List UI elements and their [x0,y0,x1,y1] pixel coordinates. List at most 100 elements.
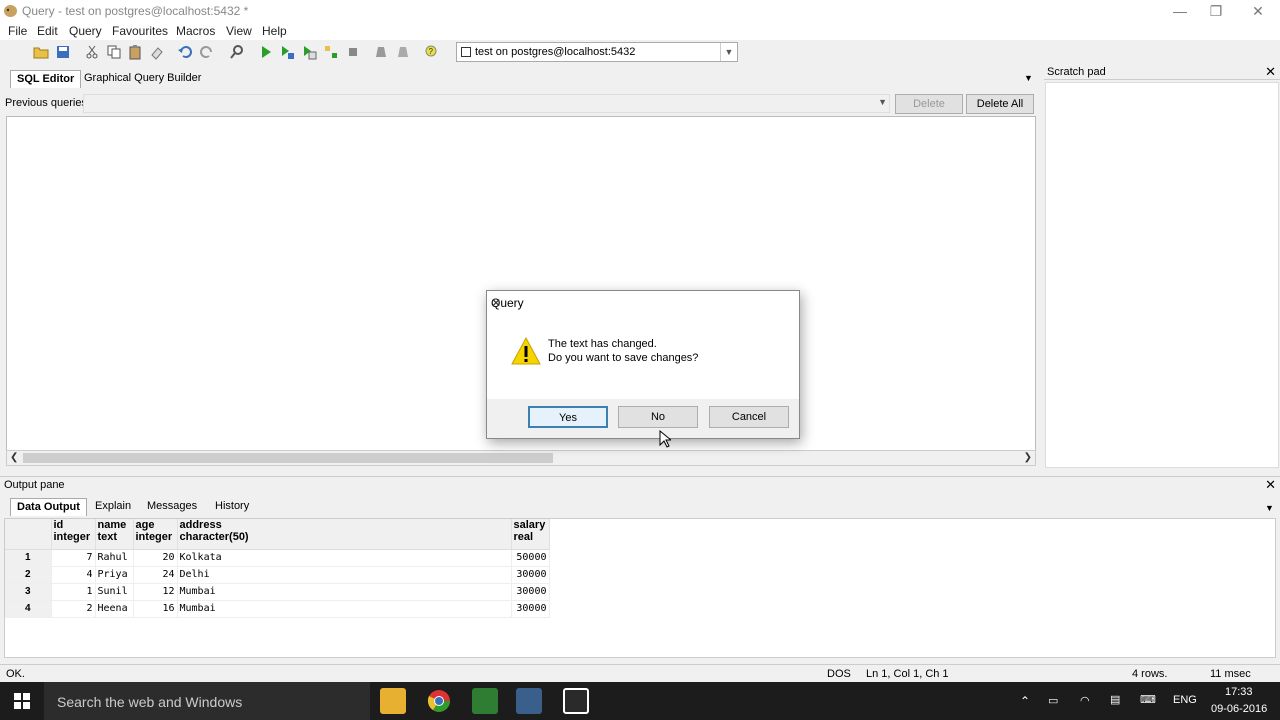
execute-to-file-icon[interactable] [301,44,317,60]
connection-select[interactable]: test on postgres@localhost:5432 ▼ [456,42,738,62]
column-header[interactable]: age integer [133,519,178,550]
cell-salary[interactable]: 30000 [511,566,550,584]
save-icon[interactable] [55,44,71,60]
explain-icon[interactable] [323,44,339,60]
previous-queries-select[interactable]: ▼ [83,94,890,113]
tab-menu-icon[interactable]: ▼ [1265,503,1274,513]
delete-button[interactable]: Delete [895,94,963,114]
tab-history[interactable]: History [209,498,255,516]
chrome-icon[interactable] [426,688,452,714]
language-indicator[interactable]: ENG [1173,694,1197,706]
tab-menu-icon[interactable]: ▼ [1024,73,1033,83]
menu-macros[interactable]: Macros [176,24,215,38]
scratch-pad-area[interactable] [1045,82,1279,468]
menu-view[interactable]: View [226,24,252,38]
help-icon[interactable]: ? [423,44,439,60]
cell-address[interactable]: Kolkata [177,549,512,567]
taskbar-clock-time[interactable]: 17:33 [1225,686,1253,698]
chevron-down-icon[interactable]: ▼ [720,43,737,61]
column-header[interactable]: id integer [51,519,96,550]
eraser-icon[interactable] [149,44,165,60]
cancel-button[interactable]: Cancel [709,406,789,428]
scroll-right-icon[interactable]: ❯ [1024,452,1032,463]
no-button[interactable]: No [618,406,698,428]
cell-age[interactable]: 12 [133,583,178,601]
scrollbar-thumb[interactable] [23,453,553,463]
column-header[interactable]: address character(50) [177,519,512,550]
cut-icon[interactable] [84,44,100,60]
paste-icon[interactable] [127,44,143,60]
minimize-button[interactable]: — [1160,0,1200,22]
commit-icon[interactable] [373,44,389,60]
cell-id[interactable]: 7 [51,549,96,567]
cell-name[interactable]: Rahul [95,549,134,567]
wifi-icon[interactable]: ◠ [1080,694,1090,707]
cell-salary[interactable]: 30000 [511,583,550,601]
menu-query[interactable]: Query [69,24,102,38]
row-number[interactable]: 3 [5,583,52,601]
cell-age[interactable]: 24 [133,566,178,584]
undo-icon[interactable] [177,44,193,60]
cell-address[interactable]: Mumbai [177,583,512,601]
row-number[interactable]: 4 [5,600,52,618]
cell-address[interactable]: Mumbai [177,600,512,618]
menu-help[interactable]: Help [262,24,287,38]
column-header[interactable]: salary real [511,519,550,550]
file-explorer-icon[interactable] [380,688,406,714]
cell-salary[interactable]: 50000 [511,549,550,567]
close-icon[interactable]: ✕ [1265,64,1276,80]
stop-icon[interactable] [345,44,361,60]
cell-name[interactable]: Sunil [95,583,134,601]
row-number[interactable]: 1 [5,549,52,567]
table-row[interactable]: 4 2 Heena 16 Mumbai 30000 [5,600,550,618]
restore-button[interactable]: ❐ [1196,0,1236,22]
connection-checkbox[interactable] [461,47,471,57]
cell-salary[interactable]: 30000 [511,600,550,618]
execute-icon[interactable] [258,44,274,60]
menu-favourites[interactable]: Favourites [112,24,168,38]
editor-horizontal-scrollbar[interactable]: ❮ ❯ [6,450,1036,466]
table-row[interactable]: 2 4 Priya 24 Delhi 30000 [5,566,550,584]
action-center-icon[interactable]: ▤ [1110,693,1120,706]
yes-button[interactable]: Yes [528,406,608,428]
cell-id[interactable]: 4 [51,566,96,584]
rollback-icon[interactable] [395,44,411,60]
camtasia-icon[interactable] [472,688,498,714]
open-folder-icon[interactable] [33,44,49,60]
tab-explain[interactable]: Explain [89,498,137,516]
close-icon[interactable]: ✕ [1265,477,1276,493]
tab-sql-editor[interactable]: SQL Editor [10,70,82,88]
menu-edit[interactable]: Edit [37,24,58,38]
table-row[interactable]: 1 7 Rahul 20 Kolkata 50000 [5,549,550,567]
windows-start-icon[interactable] [14,693,30,712]
cell-id[interactable]: 2 [51,600,96,618]
chevron-down-icon[interactable]: ▼ [878,97,887,107]
cell-id[interactable]: 1 [51,583,96,601]
tab-data-output[interactable]: Data Output [10,498,87,516]
find-icon[interactable] [229,44,245,60]
tab-graphical-query-builder[interactable]: Graphical Query Builder [78,70,207,88]
table-row[interactable]: 3 1 Sunil 12 Mumbai 30000 [5,583,550,601]
camtasia-recorder-icon[interactable] [563,688,589,714]
scroll-left-icon[interactable]: ❮ [10,452,18,463]
execute-pgscript-icon[interactable] [279,44,295,60]
close-window-button[interactable]: ✕ [1238,0,1278,22]
menu-file[interactable]: File [8,24,27,38]
close-icon[interactable]: ✕ [491,296,793,310]
redo-icon[interactable] [199,44,215,60]
pgadmin-taskbar-icon[interactable] [516,688,542,714]
chevron-up-icon[interactable]: ⌃ [1020,694,1030,708]
copy-icon[interactable] [106,44,122,60]
cell-age[interactable]: 20 [133,549,178,567]
taskbar-clock-date[interactable]: 09-06-2016 [1211,703,1267,715]
cell-name[interactable]: Priya [95,566,134,584]
taskbar-search-box[interactable]: Search the web and Windows [44,682,370,720]
row-number[interactable]: 2 [5,566,52,584]
keyboard-icon[interactable]: ⌨ [1140,693,1156,706]
cell-name[interactable]: Heena [95,600,134,618]
tab-messages[interactable]: Messages [141,498,203,516]
cell-address[interactable]: Delhi [177,566,512,584]
column-header[interactable]: name text [95,519,134,550]
delete-all-button[interactable]: Delete All [966,94,1034,114]
battery-icon[interactable]: ▭ [1048,694,1058,707]
